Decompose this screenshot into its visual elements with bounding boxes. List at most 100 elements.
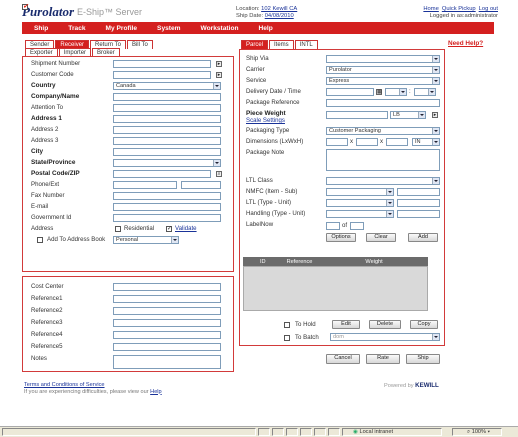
- menu-workstation[interactable]: Workstation: [201, 25, 239, 32]
- quick-pickup-link[interactable]: Quick Pickup: [442, 6, 476, 12]
- state-select[interactable]: [113, 159, 221, 167]
- add-to-address-book-checkbox[interactable]: [37, 237, 43, 243]
- to-batch-checkbox[interactable]: [284, 335, 290, 341]
- postal-search-icon[interactable]: ⌕: [216, 171, 222, 177]
- cancel-button[interactable]: Cancel: [326, 354, 360, 364]
- edit-button[interactable]: Edit: [332, 320, 360, 329]
- shipment-number-input[interactable]: [113, 60, 211, 68]
- menu-my-profile[interactable]: My Profile: [106, 25, 138, 32]
- reference1-input[interactable]: [113, 295, 221, 303]
- ship-date-link[interactable]: 04/08/2010: [265, 13, 294, 19]
- location-link[interactable]: 102 Kewill CA: [261, 6, 297, 12]
- residential-checkbox[interactable]: [115, 226, 121, 232]
- clear-button[interactable]: Clear: [366, 233, 396, 242]
- packaging-type-select[interactable]: Customer Packaging: [326, 127, 440, 135]
- dimension-length-input[interactable]: [326, 138, 348, 146]
- reference5-input[interactable]: [113, 343, 221, 351]
- ltl-type-select[interactable]: [326, 199, 394, 207]
- piece-weight-input[interactable]: [326, 111, 388, 119]
- home-link[interactable]: Home: [423, 6, 438, 12]
- tab-intl[interactable]: INTL: [294, 40, 318, 49]
- reference4-input[interactable]: [113, 331, 221, 339]
- email-input[interactable]: [113, 203, 221, 211]
- need-help-link[interactable]: Need Help?: [448, 40, 483, 47]
- city-input[interactable]: [113, 148, 221, 156]
- scale-settings-link[interactable]: Scale Settings: [246, 117, 285, 124]
- zoom-control[interactable]: ⌕ 100% ▾: [452, 428, 502, 436]
- weight-unit-select[interactable]: LB: [390, 111, 426, 119]
- validate-link[interactable]: Validate: [175, 225, 197, 232]
- government-id-input[interactable]: [113, 214, 221, 222]
- dimension-unit-select[interactable]: IN: [412, 138, 440, 146]
- package-note-textarea[interactable]: [326, 149, 440, 171]
- service-select[interactable]: Express: [326, 77, 440, 85]
- calendar-icon[interactable]: ▦: [376, 89, 382, 95]
- terms-link[interactable]: Terms and Conditions of Service: [24, 382, 105, 388]
- batch-select[interactable]: dom: [330, 333, 440, 341]
- menu-system[interactable]: System: [157, 25, 180, 32]
- handling-unit-input[interactable]: [397, 210, 440, 218]
- rate-button[interactable]: Rate: [366, 354, 400, 364]
- tab-items[interactable]: Items: [269, 40, 294, 49]
- address3-input[interactable]: [113, 137, 221, 145]
- ltl-unit-input[interactable]: [397, 199, 440, 207]
- delete-button[interactable]: Delete: [369, 320, 401, 329]
- customer-code-input[interactable]: [113, 71, 211, 79]
- ltl-type-label: LTL (Type - Unit): [246, 199, 292, 206]
- options-button[interactable]: Options: [326, 233, 356, 242]
- delivery-hour-select[interactable]: [385, 88, 407, 96]
- address-book-select[interactable]: Personal: [113, 236, 179, 244]
- purolator-logo[interactable]: ✔ Purolator E-Ship™ Server: [22, 4, 142, 19]
- footer-help-link[interactable]: Help: [150, 389, 162, 395]
- tab-bill-to[interactable]: Bill To: [126, 40, 153, 49]
- reference3-input[interactable]: [113, 319, 221, 327]
- notes-textarea[interactable]: [113, 355, 221, 369]
- ltl-class-select[interactable]: [326, 177, 440, 185]
- service-label: Service: [246, 77, 267, 84]
- chevron-down-icon: ▾: [487, 429, 490, 435]
- menu-ship[interactable]: Ship: [34, 25, 48, 32]
- handling-type-select[interactable]: [326, 210, 394, 218]
- notes-label: Notes: [31, 355, 47, 362]
- label-now-from-input[interactable]: [326, 222, 340, 230]
- phone-input[interactable]: [113, 181, 177, 189]
- scale-read-icon[interactable]: ▸: [432, 112, 438, 118]
- dimension-height-input[interactable]: [386, 138, 408, 146]
- postal-input[interactable]: [113, 170, 211, 178]
- package-reference-input[interactable]: [326, 99, 440, 107]
- dimension-width-input[interactable]: [356, 138, 378, 146]
- nmfc-sub-input[interactable]: [397, 188, 440, 196]
- logout-link[interactable]: Log out: [479, 6, 498, 12]
- nmfc-item-select[interactable]: [326, 188, 394, 196]
- tab-parcel[interactable]: Parcel: [241, 40, 269, 49]
- parcel-tabs: Parcel Items INTL: [241, 40, 319, 49]
- carrier-select[interactable]: Purolator: [326, 66, 440, 74]
- address-type-label: Address: [31, 225, 54, 232]
- address2-input[interactable]: [113, 126, 221, 134]
- fax-input[interactable]: [113, 192, 221, 200]
- add-button[interactable]: Add: [408, 233, 438, 242]
- menu-track[interactable]: Track: [68, 25, 85, 32]
- ship-via-select[interactable]: [326, 55, 440, 63]
- attention-input[interactable]: [113, 104, 221, 112]
- company-input[interactable]: [113, 93, 221, 101]
- country-select[interactable]: Canada: [113, 82, 221, 90]
- customer-lookup-icon[interactable]: ▸: [216, 72, 222, 78]
- delivery-date-input[interactable]: [326, 88, 374, 96]
- shipment-lookup-icon[interactable]: ▸: [216, 61, 222, 67]
- menu-help[interactable]: Help: [259, 25, 273, 32]
- reference2-input[interactable]: [113, 307, 221, 315]
- ship-button[interactable]: Ship: [406, 354, 440, 364]
- label-now-to-input[interactable]: [350, 222, 364, 230]
- address1-input[interactable]: [113, 115, 221, 123]
- copy-button[interactable]: Copy: [410, 320, 438, 329]
- phone-ext-input[interactable]: [181, 181, 221, 189]
- chevron-down-icon: [434, 80, 438, 82]
- chevron-down-icon: [388, 213, 392, 215]
- delivery-minute-select[interactable]: [414, 88, 436, 96]
- package-grid-body[interactable]: [243, 266, 428, 311]
- to-hold-checkbox[interactable]: [284, 322, 290, 328]
- cost-center-input[interactable]: [113, 283, 221, 291]
- validate-checkbox[interactable]: ✓: [166, 226, 172, 232]
- company-label: Company/Name: [31, 93, 80, 100]
